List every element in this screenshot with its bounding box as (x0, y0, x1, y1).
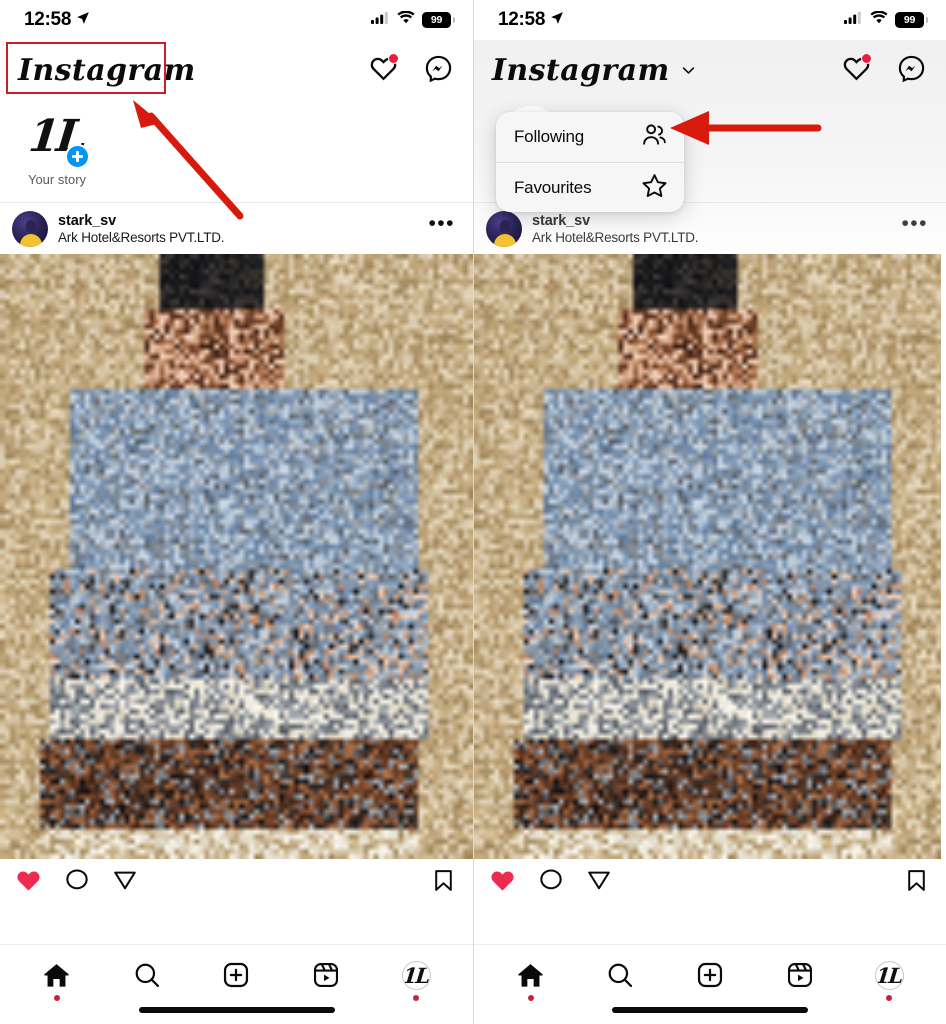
star-icon (641, 172, 668, 204)
nav-avatar-monogram: 1L (875, 963, 904, 988)
heart-icon[interactable] (369, 53, 399, 88)
heart-filled-icon[interactable] (15, 867, 42, 899)
logo-group-right[interactable]: Instagram (492, 56, 697, 86)
post-subtitle: Ark Hotel&Resorts PVT.LTD. (58, 229, 225, 245)
post-subtitle: Ark Hotel&Resorts PVT.LTD. (532, 229, 699, 245)
stories-tray-left: 1L Your story (0, 102, 473, 202)
app-header-left: Instagram (0, 40, 473, 102)
home-indicator (138, 1007, 335, 1013)
dropdown-item-following[interactable]: Following (496, 112, 684, 162)
post-username[interactable]: stark_sv (58, 213, 418, 229)
status-time-right: 12:58 (498, 9, 546, 30)
tab-bar-left: 1L (0, 944, 473, 1024)
dropdown-item-label: Following (514, 127, 585, 146)
status-time: 12:58 (24, 9, 72, 30)
wifi-icon (870, 10, 888, 29)
tab-create[interactable] (681, 961, 739, 989)
status-bar-left: 12:58 99 (0, 0, 473, 40)
activity-badge (861, 53, 872, 64)
post-avatar[interactable] (486, 210, 522, 247)
heart-filled-icon[interactable] (489, 867, 516, 899)
nav-avatar-monogram: 1L (402, 963, 431, 988)
bookmark-icon[interactable] (431, 868, 456, 898)
instagram-logo[interactable]: Instagram (492, 56, 670, 86)
activity-badge (388, 53, 399, 64)
your-story-avatar[interactable]: 1L (26, 106, 90, 169)
tab-reels[interactable] (771, 961, 829, 989)
right-panel: 12:58 99 Instagram Following Favourites … (473, 0, 946, 1024)
share-icon[interactable] (586, 867, 612, 898)
your-story-item[interactable]: 1L Your story (18, 106, 96, 187)
comment-icon[interactable] (64, 867, 90, 898)
tab-bar-right: 1L (474, 944, 946, 1024)
ellipsis-icon[interactable]: ••• (901, 214, 928, 238)
status-right-group: 99 (371, 10, 455, 29)
home-notification-dot (527, 995, 534, 1001)
chevron-down-icon[interactable] (680, 62, 697, 84)
tab-search[interactable] (591, 961, 649, 989)
logo-group[interactable]: Instagram (6, 42, 196, 94)
post-actions-left (0, 859, 473, 906)
tab-home[interactable] (28, 961, 86, 1001)
tab-profile[interactable]: 1L (387, 961, 445, 1001)
battery-indicator: 99 (422, 12, 455, 28)
home-notification-dot (53, 995, 60, 1001)
dropdown-item-label: Favourites (514, 177, 592, 197)
post-meta: stark_sv Ark Hotel&Resorts PVT.LTD. (58, 213, 418, 245)
tab-home[interactable] (502, 961, 560, 1001)
tab-profile[interactable]: 1L (860, 961, 918, 1001)
tab-search[interactable] (118, 961, 176, 989)
share-icon[interactable] (112, 867, 138, 898)
bookmark-icon[interactable] (904, 868, 929, 898)
post-media-left[interactable] (0, 254, 473, 859)
header-actions-right (842, 53, 926, 88)
avatar-icon[interactable]: 1L (874, 961, 904, 990)
plus-icon[interactable] (65, 144, 90, 169)
pixelated-photo (0, 254, 473, 859)
battery-indicator: 99 (895, 12, 928, 28)
status-left-group: 12:58 (24, 9, 90, 31)
cellular-bars-icon (844, 11, 863, 29)
tab-create[interactable] (207, 961, 265, 989)
post-header-left: stark_sv Ark Hotel&Resorts PVT.LTD. ••• (0, 202, 473, 254)
post-actions-right (474, 859, 946, 906)
feed-filter-dropdown: Following Favourites (496, 112, 684, 212)
location-arrow-icon (550, 11, 564, 30)
home-indicator (612, 1007, 808, 1013)
tab-reels[interactable] (297, 961, 355, 989)
instagram-logo[interactable]: Instagram (18, 56, 196, 86)
messenger-icon[interactable] (897, 54, 926, 88)
status-right-group-right: 99 (844, 10, 928, 29)
app-header-right: Instagram (474, 40, 946, 102)
heart-icon[interactable] (842, 53, 872, 88)
cellular-bars-icon (371, 11, 390, 29)
profile-notification-dot (886, 995, 893, 1001)
profile-notification-dot (413, 995, 420, 1001)
comparison-screenshot: 12:58 99 Instagram 1L Your story stark_s… (0, 0, 946, 1024)
header-actions-left (369, 53, 453, 88)
messenger-icon[interactable] (424, 54, 453, 88)
post-avatar[interactable] (12, 210, 48, 247)
wifi-icon (397, 10, 415, 29)
dropdown-item-favourites[interactable]: Favourites (496, 162, 684, 212)
status-left-group-right: 12:58 (498, 9, 564, 31)
media-right-edge (941, 254, 946, 859)
post-media-right[interactable] (474, 254, 946, 859)
people-icon (641, 121, 668, 153)
status-bar-right: 12:58 99 (474, 0, 946, 40)
ellipsis-icon[interactable]: ••• (428, 214, 455, 238)
post-meta: stark_sv Ark Hotel&Resorts PVT.LTD. (532, 213, 891, 245)
avatar-icon[interactable]: 1L (401, 961, 431, 990)
post-username[interactable]: stark_sv (532, 213, 891, 229)
location-arrow-icon (76, 11, 90, 30)
left-panel: 12:58 99 Instagram 1L Your story stark_s… (0, 0, 473, 1024)
comment-icon[interactable] (538, 867, 564, 898)
pixelated-photo (474, 254, 946, 859)
your-story-label: Your story (27, 172, 87, 187)
